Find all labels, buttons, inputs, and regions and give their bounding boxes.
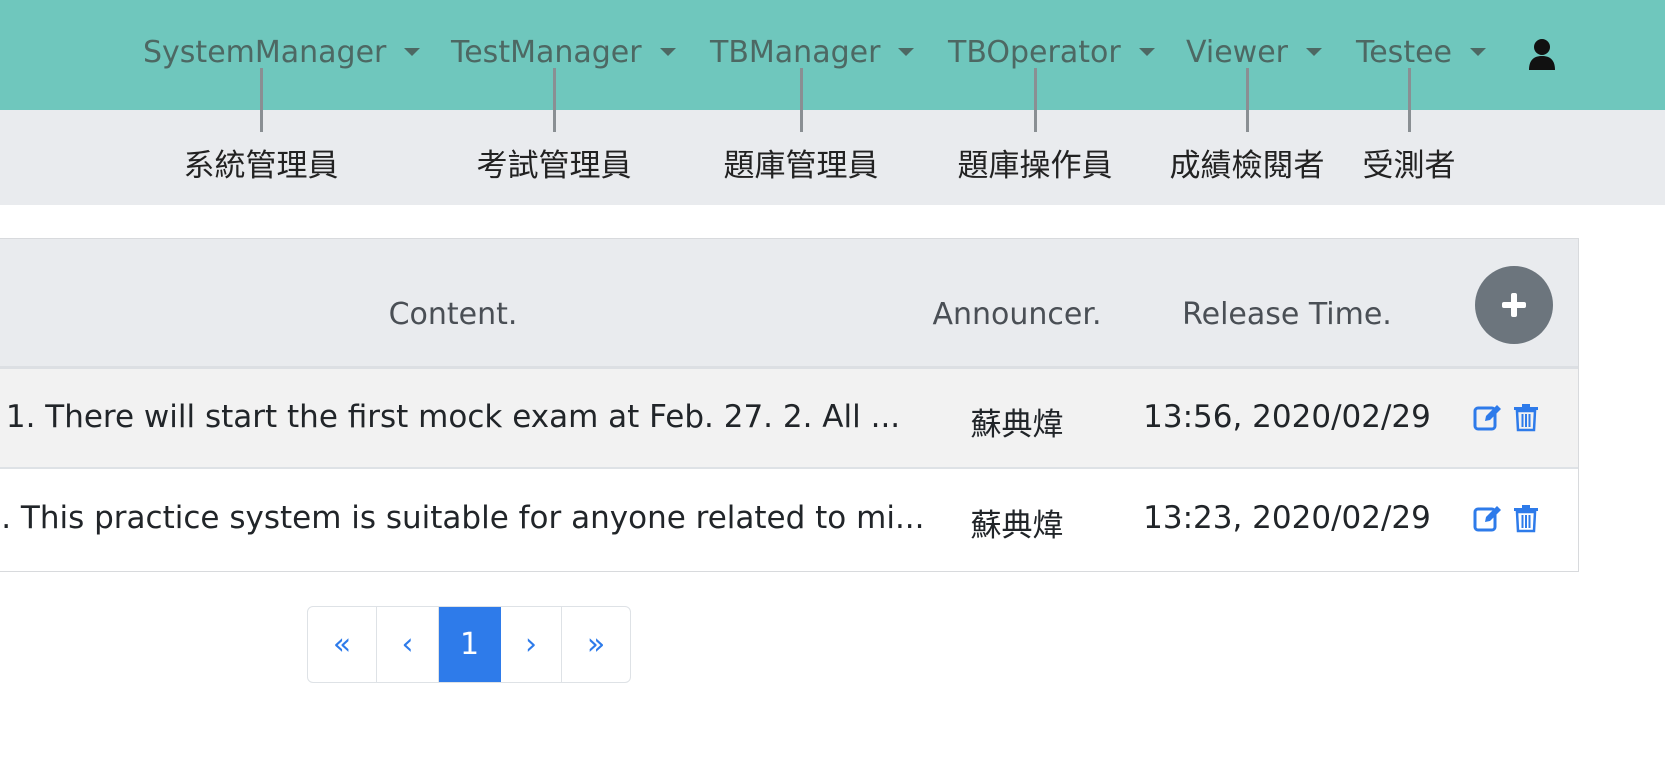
caret-down-icon xyxy=(659,48,676,56)
column-header-content: Content. xyxy=(388,297,518,332)
edit-icon[interactable] xyxy=(1473,503,1503,533)
nav-label: TBOperator xyxy=(948,34,1121,70)
nav-label: SystemManager xyxy=(143,34,387,70)
role-label-viewer: 成績檢閱者 xyxy=(1169,148,1325,184)
nav-label: TestManager xyxy=(451,34,642,70)
column-header-release-time: Release Time. xyxy=(1182,297,1392,332)
page-number-button[interactable]: 1 xyxy=(439,607,501,682)
content-cell: 1. This practice system is suitable for … xyxy=(0,500,925,536)
nav-label: Viewer xyxy=(1186,34,1288,70)
role-label-test-manager: 考試管理員 xyxy=(476,148,632,184)
user-icon[interactable] xyxy=(1527,38,1557,70)
caret-down-icon xyxy=(898,48,915,56)
caret-down-icon xyxy=(1470,48,1486,56)
caret-down-icon xyxy=(404,48,421,56)
table-row[interactable]: 1. There will start the first mock exam … xyxy=(0,369,1578,469)
first-page-button[interactable]: « xyxy=(308,607,377,682)
nav-dropdown-systemmanager[interactable]: SystemManager xyxy=(143,30,421,74)
add-announcement-button[interactable] xyxy=(1475,266,1553,344)
announcer-cell: 蘇典煒 xyxy=(970,508,1064,544)
nav-dropdown-tbmanager[interactable]: TBManager xyxy=(710,30,915,74)
trash-icon[interactable] xyxy=(1511,503,1541,533)
content-cell: 1. There will start the first mock exam … xyxy=(5,399,901,435)
plus-icon xyxy=(1502,293,1526,317)
trash-icon[interactable] xyxy=(1511,402,1541,432)
table-row[interactable]: 1. This practice system is suitable for … xyxy=(0,470,1578,570)
role-label-tb-operator: 題庫操作員 xyxy=(957,148,1113,184)
announcer-cell: 蘇典煒 xyxy=(970,407,1064,443)
annotation-connector xyxy=(1408,68,1411,132)
pagination: « ‹ 1 › » xyxy=(307,606,631,683)
release-time-cell: 13:23, 2020/02/29 xyxy=(1143,500,1431,536)
annotation-connector xyxy=(553,68,556,132)
nav-label: TBManager xyxy=(710,34,881,70)
previous-page-button[interactable]: ‹ xyxy=(377,607,439,682)
release-time-cell: 13:56, 2020/02/29 xyxy=(1143,399,1431,435)
column-header-announcer: Announcer. xyxy=(932,297,1102,332)
nav-dropdown-testmanager[interactable]: TestManager xyxy=(451,30,676,74)
annotation-connector xyxy=(1034,68,1037,132)
annotation-connector xyxy=(800,68,803,132)
last-page-button[interactable]: » xyxy=(562,607,630,682)
role-label-testee: 受測者 xyxy=(1362,148,1456,184)
caret-down-icon xyxy=(1138,48,1155,56)
edit-icon[interactable] xyxy=(1473,402,1503,432)
role-label-system-manager: 系統管理員 xyxy=(183,148,339,184)
nav-label: Testee xyxy=(1356,34,1452,70)
next-page-button[interactable]: › xyxy=(501,607,562,682)
row-actions xyxy=(1473,503,1541,533)
table-header: Content. Announcer. Release Time. xyxy=(0,239,1578,369)
annotation-connector xyxy=(260,68,263,132)
role-label-tb-manager: 題庫管理員 xyxy=(723,148,879,184)
nav-dropdown-testee[interactable]: Testee xyxy=(1356,30,1486,74)
row-actions xyxy=(1473,402,1541,432)
top-navbar: SystemManager TestManager TBManager TBOp… xyxy=(0,0,1665,110)
caret-down-icon xyxy=(1305,48,1322,56)
nav-dropdown-tboperator[interactable]: TBOperator xyxy=(948,30,1155,74)
annotation-connector xyxy=(1246,68,1249,132)
nav-dropdown-viewer[interactable]: Viewer xyxy=(1186,30,1322,74)
announcement-table: Content. Announcer. Release Time. 1. The… xyxy=(0,238,1579,572)
